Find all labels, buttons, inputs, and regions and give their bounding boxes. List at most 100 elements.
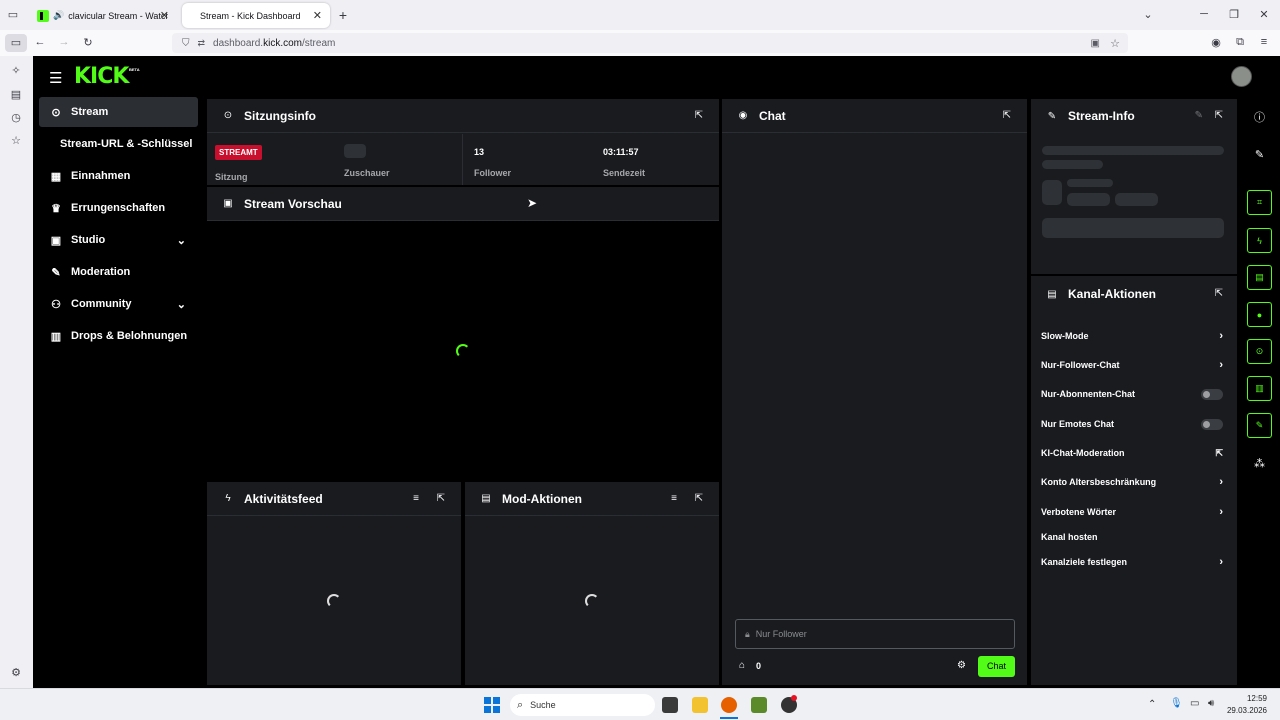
reader-view-icon[interactable]: ▣ [1091,38,1100,49]
volume-icon[interactable]: 🔊︎ [1208,698,1214,709]
document-icon: ▤ [481,493,491,504]
bookmarks-icon[interactable]: ☆ [8,134,24,147]
nav-item-moderation[interactable]: ✎ Moderation [39,257,198,287]
shield-icon[interactable]: ⛉ [182,38,190,49]
info-icon[interactable]: ⓘ [1247,104,1272,129]
nav-label: Stream [71,106,109,118]
back-icon[interactable]: ← [32,36,48,48]
skeleton-tag [1067,193,1110,206]
nav-item-stream[interactable]: ⊙ Stream [39,97,198,127]
network-icon[interactable]: ▭ [1190,698,1199,709]
action-ai-moderation[interactable]: KI-Chat-Moderation ⇱ [1041,444,1223,462]
activity-feed-panel: ϟ Aktivitätsfeed ≡ ⇱ [207,482,461,685]
popout-icon[interactable]: ⇱ [1003,110,1011,121]
restore-icon[interactable]: ❐ [1226,8,1242,21]
minimize-icon[interactable]: ─ [1196,8,1212,20]
nav-item-stream-url[interactable]: Stream-URL & -Schlüssel [39,129,198,159]
tab-title: clavicular Stream - Watch Li [68,10,169,21]
file-explorer-icon[interactable] [692,697,708,713]
add-widget-icon[interactable]: ⁂ [1247,451,1272,476]
hamburger-menu-icon[interactable]: ☰ [49,69,62,87]
stream-preview-panel: ▣ Stream Vorschau ➤ [207,187,719,480]
popout-icon[interactable]: ⇱ [695,110,703,121]
app-icon[interactable] [751,697,767,713]
kick-logo[interactable]: KICK [74,64,129,89]
nav-label: Stream-URL & -Schlüssel [60,138,193,150]
focus-mode-icon[interactable]: ⌗ [1247,190,1272,215]
top-bar: ☰ KICK BETA [33,56,1280,97]
action-age-restriction[interactable]: Konto Altersbeschränkung › [1041,473,1223,491]
document-icon[interactable]: ▤ [1247,265,1272,290]
wrench-icon[interactable]: ✎ [1247,413,1272,438]
edit-pencil-icon[interactable]: ✎ [1195,110,1203,121]
browser-tab-bar: ▭ 🔊 clavicular Stream - Watch Li ✕ Strea… [0,0,1280,30]
chat-settings-icon[interactable]: ⚙ [957,660,966,671]
subscriber-only-toggle[interactable] [1201,388,1223,400]
action-channel-goals[interactable]: Kanalziele festlegen › [1041,553,1223,571]
extensions-icon[interactable]: ⧉ [1232,36,1248,49]
emotes-only-toggle[interactable] [1201,418,1223,430]
close-window-icon[interactable]: ✕ [1256,8,1272,21]
close-tab-icon[interactable]: ✕ [313,9,322,22]
channel-actions-icon[interactable]: ▥ [1247,376,1272,401]
close-tab-icon[interactable]: ✕ [160,9,169,22]
panel-header: ◉ Chat ⇱ [722,99,1027,133]
nav-label: Drops & Belohnungen [71,330,188,342]
synced-tabs-icon[interactable]: ▤ [8,88,24,101]
ai-chat-icon[interactable]: ✧ [8,64,24,77]
filter-icon[interactable]: ≡ [413,493,419,504]
filter-icon[interactable]: ≡ [671,493,677,504]
speaker-icon[interactable]: 🔊 [53,10,64,21]
chat-bubble-icon[interactable]: ● [1247,302,1272,327]
customize-sidebar-icon[interactable]: ⚙ [8,666,24,679]
clock-time[interactable]: 12:59 [1229,694,1267,703]
edit-pencil-icon[interactable]: ✎ [1247,142,1272,167]
url-bar[interactable]: ⛉ ⇄ dashboard. kick.com/stream ▣ ☆ [172,33,1128,53]
action-emotes-only-chat: Nur Emotes Chat [1041,415,1223,433]
action-banned-words[interactable]: Verbotene Wörter › [1041,503,1223,521]
action-follower-only-chat[interactable]: Nur-Follower-Chat › [1041,356,1223,374]
sidebar-toggle-icon[interactable]: ▭ [5,34,27,52]
new-tab-button[interactable]: + [335,7,351,23]
taskbar-search[interactable]: ⌕ Suche [510,694,655,716]
microphone-icon[interactable]: 🎙︎ [1170,698,1183,709]
site-info-icon[interactable]: ⇄ [198,38,206,49]
avatar[interactable] [1231,66,1252,87]
popout-icon[interactable]: ⇱ [437,493,445,504]
reload-icon[interactable]: ↻ [80,36,96,49]
nav-item-drops[interactable]: ▥ Drops & Belohnungen [39,321,198,351]
action-host-channel[interactable]: Kanal hosten [1041,528,1223,546]
chat-input[interactable]: 🔒︎ Nur Follower [735,619,1015,649]
task-view-icon[interactable] [662,697,678,713]
windows-start-icon[interactable] [484,697,500,713]
forward-icon[interactable]: → [56,36,72,48]
store-icon[interactable]: ⌂ [739,660,745,671]
tab-clavicular[interactable]: 🔊 clavicular Stream - Watch Li ✕ [31,3,177,28]
chevron-up-icon[interactable]: ⌃ [1148,699,1156,710]
account-icon[interactable]: ◉ [1208,36,1224,49]
followers-value: 13 [474,147,485,157]
send-chat-button[interactable]: Chat [978,656,1015,677]
nav-item-studio[interactable]: ▣ Studio ⌄ [39,225,198,255]
bookmark-star-icon[interactable]: ☆ [1110,37,1120,50]
nav-item-earnings[interactable]: ▦ Einnahmen [39,161,198,191]
lightning-icon[interactable]: ϟ [1247,228,1272,253]
chat-panel: ◉ Chat ⇱ 🔒︎ Nur Follower ⌂ 0 ⚙ Chat [722,99,1027,685]
skeleton-tag [1115,193,1158,206]
tab-list-icon[interactable]: ▭ [5,8,21,21]
popout-icon[interactable]: ⇱ [1215,288,1223,299]
popout-icon[interactable]: ⇱ [695,493,703,504]
url-path: /stream [302,37,336,49]
nav-item-achievements[interactable]: ♛ Errungenschaften [39,193,198,223]
nav-label: Community [71,298,132,310]
menu-icon[interactable]: ≡ [1256,36,1272,48]
broadcast-icon[interactable]: ⊙ [1247,339,1272,364]
tab-kick-dashboard[interactable]: Stream - Kick Dashboard ✕ [182,3,330,28]
action-slow-mode[interactable]: Slow-Mode › [1041,327,1223,345]
popout-icon[interactable]: ⇱ [1215,110,1223,121]
list-all-tabs-icon[interactable]: ⌄ [1140,8,1156,21]
history-icon[interactable]: ◷ [8,111,24,124]
nav-item-community[interactable]: ⚇ Community ⌄ [39,289,198,319]
clock-date[interactable]: 29.03.2026 [1222,706,1267,715]
firefox-icon[interactable] [721,697,737,713]
